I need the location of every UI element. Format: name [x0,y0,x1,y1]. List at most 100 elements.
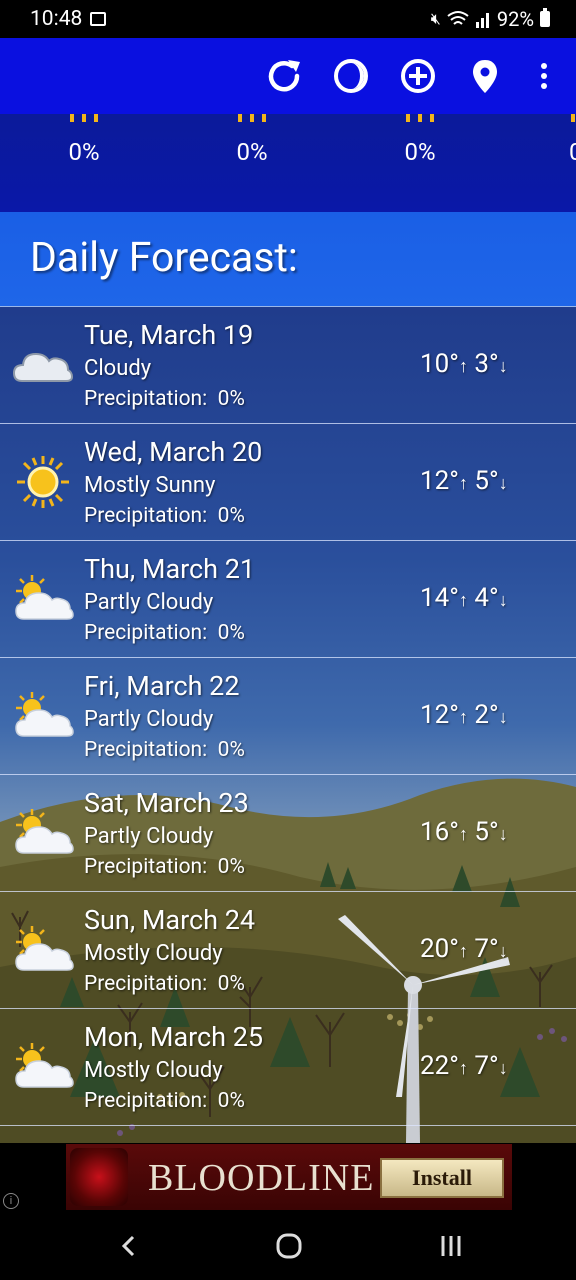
low-temp: 2° [474,700,499,730]
high-temp: 12° [420,700,459,730]
sun-icon [375,114,465,124]
hourly-precip: 0% [68,138,100,166]
forecast-precip: Precipitation: 0% [84,972,245,996]
forecast-temps: 10°↑ 3°↓ [420,349,508,379]
ad-title: BLOODLINE [148,1157,375,1199]
arrow-down-icon: ↓ [498,356,508,377]
low-temp: 5° [474,466,499,496]
sun-icon [543,114,576,124]
forecast-temps: 16°↑ 5°↓ [420,817,508,847]
partly-cloudy-icon [15,692,74,737]
low-temp: 4° [474,583,499,613]
arrow-down-icon: ↓ [498,824,508,845]
forecast-temps: 14°↑ 4°↓ [420,583,508,613]
add-location-icon[interactable] [398,56,438,96]
more-vert-icon[interactable] [524,56,564,96]
high-temp: 12° [420,466,459,496]
hourly-forecast-strip[interactable]: 0% 0% 0% 0 [0,114,576,212]
partly-cloudy-icon [15,809,74,854]
arrow-down-icon: ↓ [498,473,508,494]
forecast-temps: 20°↑ 7°↓ [420,934,508,964]
forecast-row[interactable]: Thu, March 21 Partly Cloudy Precipitatio… [0,541,576,658]
ad-banner[interactable]: BLOODLINE Install [66,1144,512,1210]
back-icon[interactable] [116,1231,140,1261]
cloud-icon [12,352,74,382]
forecast-condition: Partly Cloudy [84,707,214,732]
forecast-temps: 12°↑ 2°↓ [420,700,508,730]
forecast-temps: 22°↑ 7°↓ [420,1051,508,1081]
sun-icon [17,456,69,508]
forecast-precip: Precipitation: 0% [84,504,245,528]
forecast-temps: 12°↑ 5°↓ [420,466,508,496]
battery-percent: 92% [496,7,534,31]
arrow-up-icon: ↑ [458,1058,468,1079]
arrow-up-icon: ↑ [458,473,468,494]
low-temp: 7° [474,934,499,964]
high-temp: 20° [420,934,459,964]
forecast-date: Tue, March 19 [84,319,254,351]
forecast-date: Mon, March 25 [84,1021,264,1053]
hourly-precip: 0% [236,138,268,166]
low-temp: 5° [474,817,499,847]
forecast-date: Wed, March 20 [84,436,263,468]
forecast-condition: Cloudy [84,356,152,381]
forecast-condition: Partly Cloudy [84,824,214,849]
daily-forecast-header: Daily Forecast: [0,212,576,307]
forecast-precip: Precipitation: 0% [84,621,245,645]
arrow-down-icon: ↓ [498,590,508,611]
arrow-up-icon: ↑ [458,356,468,377]
high-temp: 14° [420,583,459,613]
partly-cloudy-icon [15,1043,74,1088]
hourly-item[interactable]: 0% [39,114,129,166]
system-nav-bar [0,1213,576,1280]
forecast-row[interactable]: Fri, March 22 Partly Cloudy Precipitatio… [0,658,576,775]
status-time: 10:48 [30,7,83,31]
location-pin-icon[interactable] [465,56,505,96]
hourly-item[interactable]: 0% [375,114,465,166]
forecast-date: Sat, March 23 [84,787,249,819]
forecast-condition: Partly Cloudy [84,590,214,615]
hourly-precip: 0% [404,138,436,166]
arrow-down-icon: ↓ [498,941,508,962]
forecast-row[interactable]: Mon, March 25 Mostly Cloudy Precipitatio… [0,1009,576,1126]
status-bar: 10:48 🔇︎ 92% [0,0,576,38]
wifi-icon [447,11,469,25]
ad-area: i BLOODLINE Install [0,1143,576,1213]
battery-icon [540,8,550,27]
forecast-date: Sun, March 24 [84,904,256,936]
partly-cloudy-icon [15,926,74,971]
forecast-row[interactable]: Sun, March 24 Mostly Cloudy Precipitatio… [0,892,576,1009]
forecast-row[interactable]: Sat, March 23 Partly Cloudy Precipitatio… [0,775,576,892]
arrow-down-icon: ↓ [498,1058,508,1079]
theme-icon[interactable] [331,56,371,96]
forecast-precip: Precipitation: 0% [84,387,245,411]
arrow-up-icon: ↑ [458,824,468,845]
low-temp: 7° [474,1051,499,1081]
mute-icon: 🔇︎ [430,9,441,28]
low-temp: 3° [474,349,499,379]
home-icon[interactable] [274,1231,304,1261]
forecast-date: Thu, March 21 [84,553,256,585]
partly-cloudy-icon [15,575,74,620]
hourly-precip: 0 [569,138,576,166]
daily-forecast-title: Daily Forecast: [30,234,298,282]
forecast-precip: Precipitation: 0% [84,1089,245,1113]
signal-icon [475,13,489,28]
ad-install-button[interactable]: Install [380,1158,504,1198]
forecast-condition: Mostly Sunny [84,473,216,498]
forecast-precip: Precipitation: 0% [84,855,245,879]
ad-info-icon[interactable]: i [3,1193,19,1209]
daily-forecast-list[interactable]: Tue, March 19 Cloudy Precipitation: 0% 1… [0,307,576,1143]
hourly-item[interactable]: 0 [543,114,576,166]
arrow-up-icon: ↑ [458,707,468,728]
high-temp: 10° [420,349,459,379]
forecast-date: Fri, March 22 [84,670,240,702]
forecast-condition: Mostly Cloudy [84,941,223,966]
sun-icon [39,114,129,124]
refresh-icon[interactable] [264,56,304,96]
status-indicators: 🔇︎ 92% [431,7,550,31]
hourly-item[interactable]: 0% [207,114,297,166]
recents-icon[interactable] [438,1231,464,1261]
forecast-row[interactable]: Wed, March 20 Mostly Sunny Precipitation… [0,424,576,541]
forecast-row[interactable]: Tue, March 19 Cloudy Precipitation: 0% 1… [0,307,576,424]
